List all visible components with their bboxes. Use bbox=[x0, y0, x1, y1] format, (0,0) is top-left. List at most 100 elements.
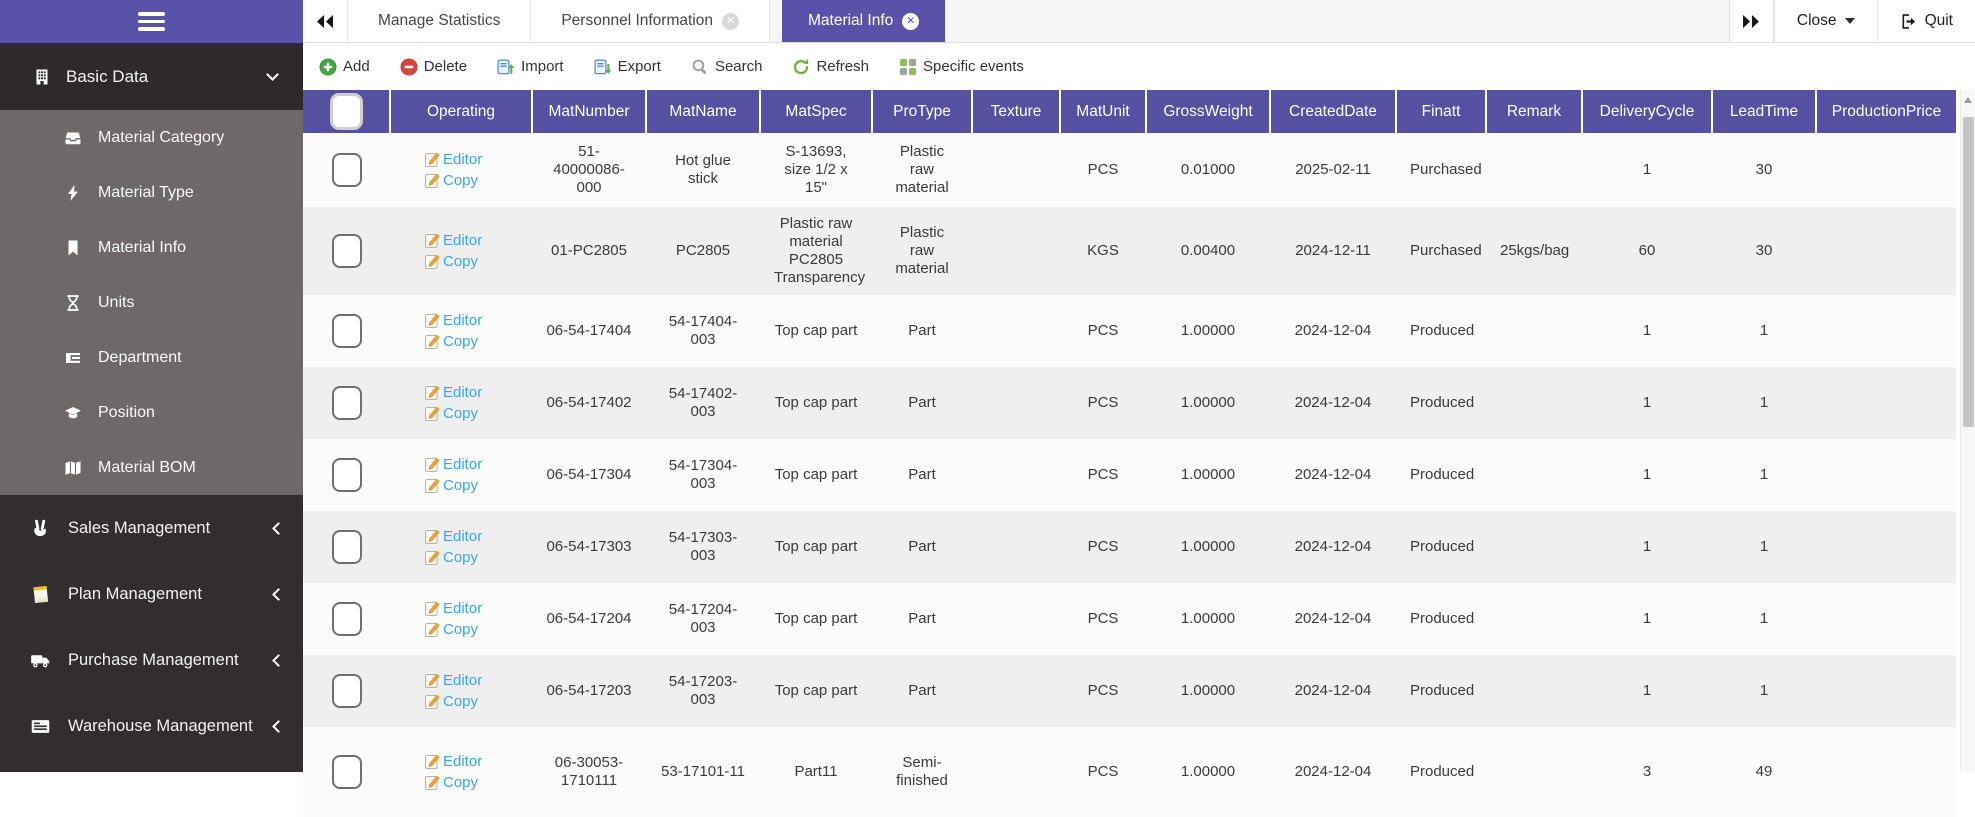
sidebar-item-material-bom[interactable]: Material BOM bbox=[0, 440, 303, 495]
cell-matspec: Top cap part bbox=[760, 367, 872, 439]
tab-close-icon[interactable]: ✕ bbox=[902, 13, 919, 30]
link-label: Editor bbox=[443, 149, 482, 170]
editor-link[interactable]: Editor bbox=[424, 230, 518, 251]
search-button[interactable]: Search bbox=[691, 58, 763, 76]
edit-note-icon bbox=[424, 600, 441, 617]
cell-matunit: KGS bbox=[1060, 207, 1146, 295]
column-header-finatt: Finatt bbox=[1396, 90, 1486, 133]
specific-events-button[interactable]: Specific events bbox=[899, 58, 1024, 76]
row-checkbox[interactable] bbox=[332, 314, 362, 348]
tab-material-info[interactable]: Material Info✕ bbox=[782, 0, 945, 42]
sidebar-item-material-info[interactable]: Material Info bbox=[0, 220, 303, 275]
cell-leadtime: 1 bbox=[1712, 511, 1816, 583]
truck-icon bbox=[30, 650, 51, 671]
select-all-checkbox[interactable] bbox=[330, 93, 363, 130]
copy-link[interactable]: Copy bbox=[424, 691, 518, 712]
scrollbar-up-arrow-icon[interactable] bbox=[1964, 97, 1972, 103]
editor-link[interactable]: Editor bbox=[424, 751, 518, 772]
copy-link[interactable]: Copy bbox=[424, 331, 518, 352]
tab-close-icon[interactable]: ✕ bbox=[722, 13, 739, 30]
cell-operating: EditorCopy bbox=[390, 583, 532, 655]
tab-label: Manage Statistics bbox=[378, 12, 500, 30]
tab-personnel-information[interactable]: Personnel Information✕ bbox=[531, 0, 770, 42]
sidebar-item-material-category[interactable]: Material Category bbox=[0, 110, 303, 165]
close-dropdown-button[interactable]: Close bbox=[1774, 0, 1877, 42]
editor-link[interactable]: Editor bbox=[424, 598, 518, 619]
edit-note-icon bbox=[424, 456, 441, 473]
quit-button[interactable]: Quit bbox=[1877, 0, 1975, 42]
tabs-scroll-back-button[interactable] bbox=[303, 0, 348, 42]
cell-protype: Part bbox=[872, 655, 972, 727]
copy-link[interactable]: Copy bbox=[424, 170, 518, 191]
editor-link[interactable]: Editor bbox=[424, 526, 518, 547]
copy-link[interactable]: Copy bbox=[424, 403, 518, 424]
edit-note-icon bbox=[424, 333, 441, 350]
row-checkbox[interactable] bbox=[332, 458, 362, 492]
sidebar-item-plan-management[interactable]: Plan Management bbox=[0, 561, 303, 627]
scrollbar-thumb[interactable] bbox=[1963, 117, 1974, 427]
toolbar-button-label: Import bbox=[521, 58, 564, 75]
table-row: EditorCopy06-54-1730454-17304-003Top cap… bbox=[303, 439, 1956, 511]
editor-link[interactable]: Editor bbox=[424, 382, 518, 403]
cell-matname: Hot glue stick bbox=[646, 133, 760, 207]
delete-button[interactable]: Delete bbox=[400, 58, 467, 76]
sidebar-item-sales-management[interactable]: Sales Management bbox=[0, 495, 303, 561]
sidebar-item-purchase-management[interactable]: Purchase Management bbox=[0, 627, 303, 693]
cell-leadtime: 1 bbox=[1712, 583, 1816, 655]
tab-manage-statistics[interactable]: Manage Statistics bbox=[348, 0, 531, 42]
sidebar-item-basic-data[interactable]: Basic Data bbox=[0, 43, 303, 110]
copy-link[interactable]: Copy bbox=[424, 547, 518, 568]
cell-remark bbox=[1486, 439, 1582, 511]
hamburger-icon[interactable] bbox=[138, 12, 165, 31]
sidebar-item-label: Sales Management bbox=[68, 519, 210, 538]
link-label: Editor bbox=[443, 382, 482, 403]
inbox-icon bbox=[64, 129, 82, 147]
copy-link[interactable]: Copy bbox=[424, 619, 518, 640]
sidebar-item-material-type[interactable]: Material Type bbox=[0, 165, 303, 220]
sidebar-item-units[interactable]: Units bbox=[0, 275, 303, 330]
tabs-scroll-forward-button[interactable] bbox=[1729, 0, 1774, 42]
copy-link[interactable]: Copy bbox=[424, 475, 518, 496]
row-checkbox[interactable] bbox=[332, 153, 362, 187]
vertical-scrollbar[interactable] bbox=[1960, 90, 1975, 772]
row-checkbox[interactable] bbox=[332, 386, 362, 420]
edit-note-icon bbox=[424, 405, 441, 422]
column-header-createddate: CreatedDate bbox=[1270, 90, 1396, 133]
editor-link[interactable]: Editor bbox=[424, 670, 518, 691]
cell-finatt: Produced bbox=[1396, 655, 1486, 727]
column-header-matspec: MatSpec bbox=[760, 90, 872, 133]
cell-deliverycycle: 1 bbox=[1582, 511, 1712, 583]
warehouse-card-icon bbox=[30, 716, 51, 737]
cell-matunit: PCS bbox=[1060, 583, 1146, 655]
column-header-matnumber: MatNumber bbox=[532, 90, 646, 133]
main-area: Manage Statistics Personnel Information✕ M… bbox=[303, 0, 1975, 772]
cell-finatt: Purchased bbox=[1396, 207, 1486, 295]
table-row: EditorCopy01-PC2805PC2805Plastic raw mat… bbox=[303, 207, 1956, 295]
import-button[interactable]: Import bbox=[497, 58, 564, 76]
cell-operating: EditorCopy bbox=[390, 295, 532, 367]
cell-remark bbox=[1486, 583, 1582, 655]
row-checkbox[interactable] bbox=[332, 674, 362, 708]
cell-grossweight: 0.01000 bbox=[1146, 133, 1270, 207]
cell-grossweight: 1.00000 bbox=[1146, 295, 1270, 367]
row-checkbox[interactable] bbox=[332, 602, 362, 636]
editor-link[interactable]: Editor bbox=[424, 454, 518, 475]
copy-link[interactable]: Copy bbox=[424, 772, 518, 793]
refresh-button[interactable]: Refresh bbox=[792, 58, 869, 76]
copy-link[interactable]: Copy bbox=[424, 251, 518, 272]
sidebar-item-warehouse-management[interactable]: Warehouse Management bbox=[0, 693, 303, 759]
add-button[interactable]: Add bbox=[319, 58, 370, 76]
editor-link[interactable]: Editor bbox=[424, 149, 518, 170]
double-arrow-left-icon bbox=[315, 14, 335, 29]
editor-link[interactable]: Editor bbox=[424, 310, 518, 331]
cell-texture bbox=[972, 295, 1060, 367]
row-checkbox[interactable] bbox=[332, 530, 362, 564]
export-button[interactable]: Export bbox=[594, 58, 661, 76]
row-checkbox[interactable] bbox=[332, 234, 362, 268]
sidebar-item-position[interactable]: Position bbox=[0, 385, 303, 440]
cell-matname: 54-17204-003 bbox=[646, 583, 760, 655]
cell-operating: EditorCopy bbox=[390, 207, 532, 295]
row-checkbox[interactable] bbox=[332, 755, 362, 789]
sidebar-item-label: Department bbox=[98, 349, 182, 367]
sidebar-item-department[interactable]: Department bbox=[0, 330, 303, 385]
